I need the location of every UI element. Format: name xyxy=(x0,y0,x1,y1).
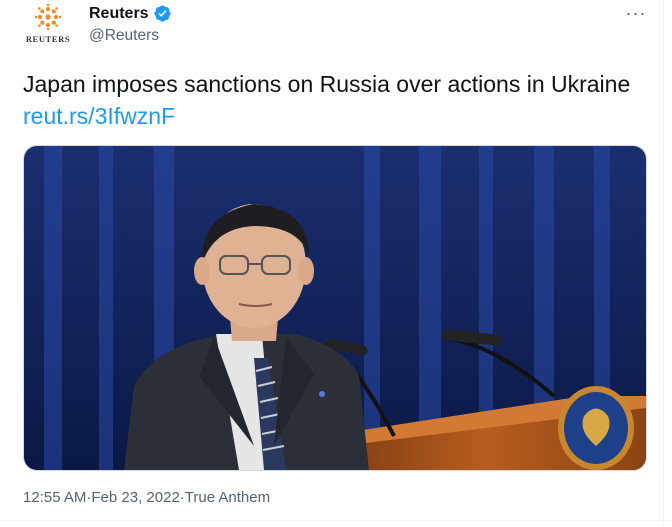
tweet-photo[interactable] xyxy=(23,145,647,471)
tweet-source[interactable]: True Anthem xyxy=(185,489,270,506)
tweet-metadata: 12:55 AM · Feb 23, 2022 · True Anthem xyxy=(23,489,270,506)
verified-badge-icon xyxy=(153,4,172,23)
scrollbar-edge xyxy=(663,0,664,527)
tweet-text: Japan imposes sanctions on Russia over a… xyxy=(23,68,643,132)
author-handle[interactable]: @Reuters xyxy=(89,27,159,45)
avatar[interactable]: REUTERS xyxy=(22,4,74,48)
reuters-logo-icon xyxy=(35,4,61,30)
divider xyxy=(0,520,672,521)
tweet-link[interactable]: reut.rs/3IfwznF xyxy=(23,103,175,129)
avatar-wordmark: REUTERS xyxy=(25,34,71,44)
author-display-name[interactable]: Reuters xyxy=(89,5,149,23)
tweet-date[interactable]: Feb 23, 2022 xyxy=(91,489,179,506)
tweet-time[interactable]: 12:55 AM xyxy=(23,489,86,506)
tweet: REUTERS Reuters @Reuters ··· Japan impos… xyxy=(0,0,672,527)
photo-image xyxy=(24,146,646,470)
more-options-button[interactable]: ··· xyxy=(622,3,650,23)
tweet-body: Japan imposes sanctions on Russia over a… xyxy=(23,71,631,97)
author-name-row[interactable]: Reuters xyxy=(89,4,172,23)
